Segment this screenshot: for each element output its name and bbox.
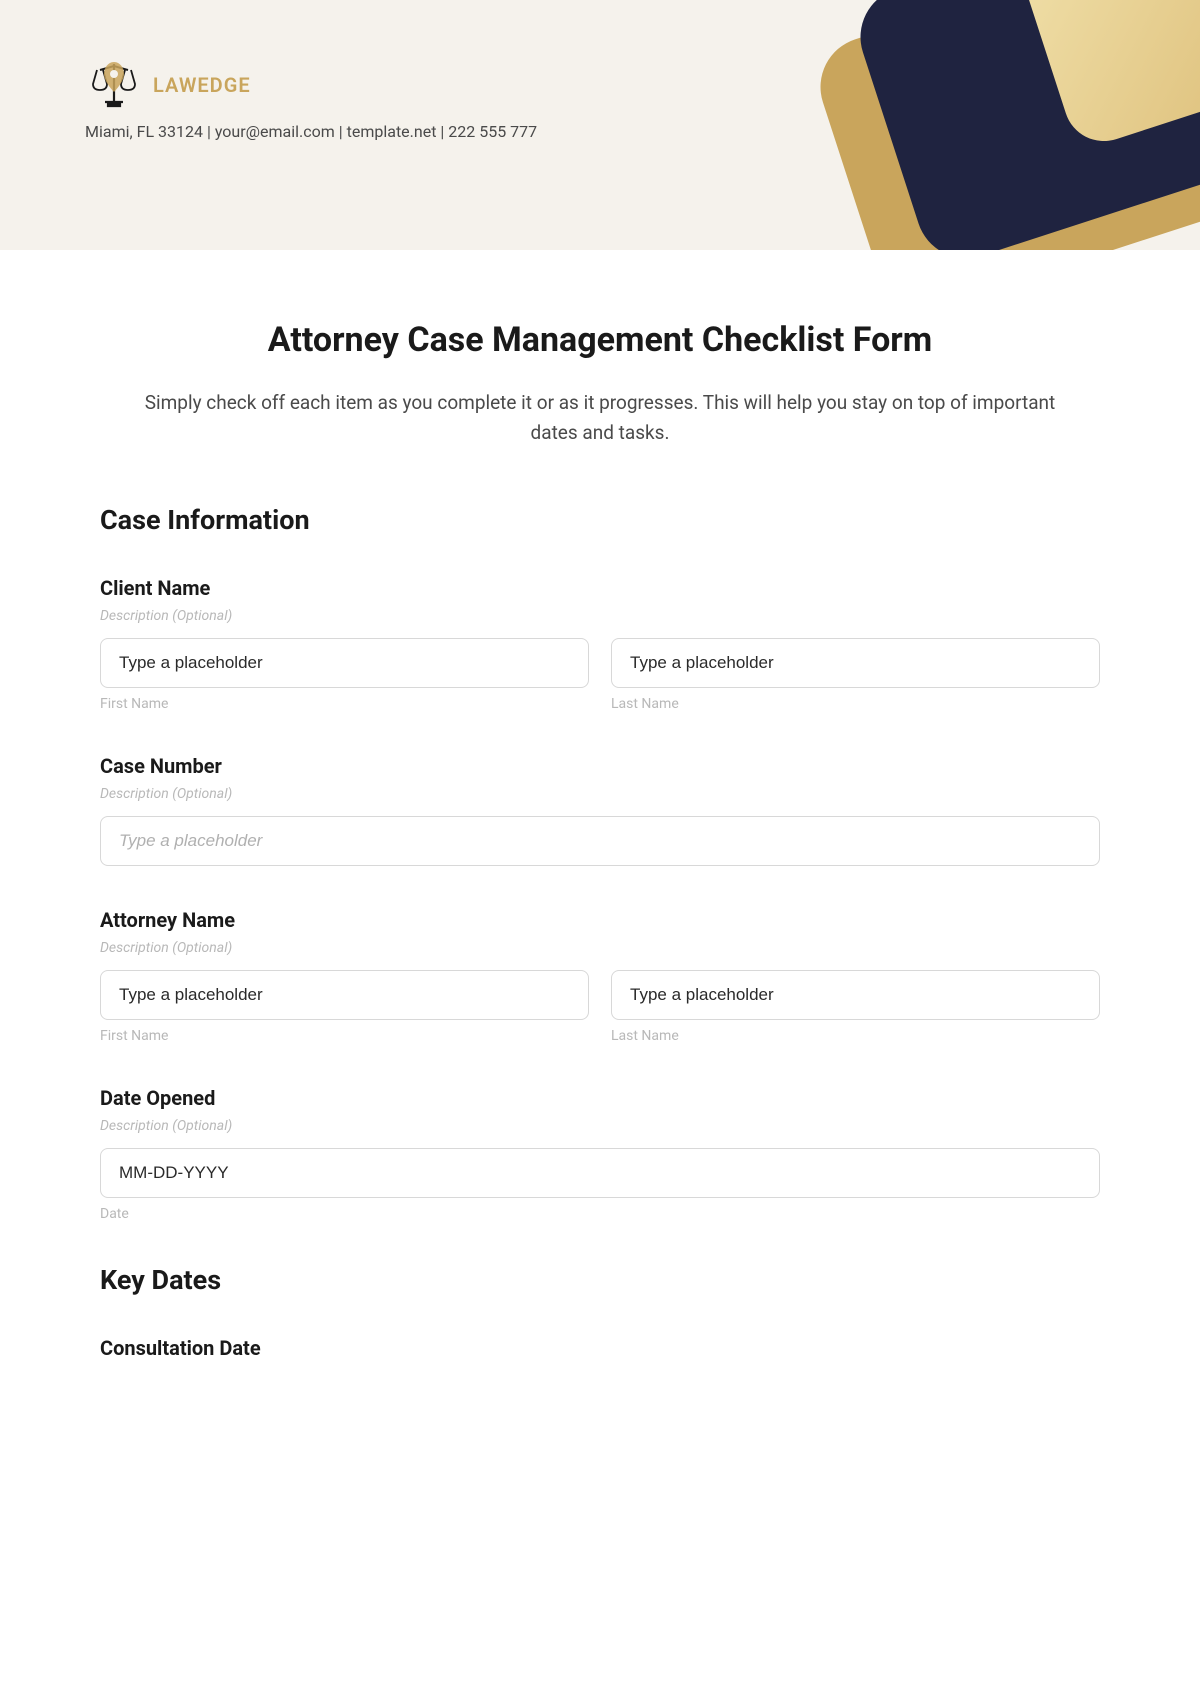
- section-heading-key-dates: Key Dates: [100, 1264, 1100, 1296]
- attorney-name-desc: Description (Optional): [100, 940, 1100, 956]
- form-subtitle: Simply check off each item as you comple…: [100, 388, 1100, 449]
- client-name-desc: Description (Optional): [100, 608, 1100, 624]
- brand-name: LAWEDGE: [153, 73, 251, 97]
- attorney-last-name-sublabel: Last Name: [611, 1028, 1100, 1044]
- attorney-last-name-input[interactable]: [611, 970, 1100, 1020]
- header-banner: LAWEDGE Miami, FL 33124 | your@email.com…: [0, 0, 1200, 250]
- attorney-first-name-sublabel: First Name: [100, 1028, 589, 1044]
- date-opened-input[interactable]: [100, 1148, 1100, 1198]
- case-number-label: Case Number: [100, 754, 1100, 778]
- field-consultation-date: Consultation Date: [100, 1336, 1100, 1360]
- client-name-label: Client Name: [100, 576, 1100, 600]
- date-opened-sublabel: Date: [100, 1206, 1100, 1222]
- field-attorney-name: Attorney Name Description (Optional) Fir…: [100, 908, 1100, 1044]
- section-heading-case-info: Case Information: [100, 504, 1100, 536]
- client-first-name-sublabel: First Name: [100, 696, 589, 712]
- field-date-opened: Date Opened Description (Optional) Date: [100, 1086, 1100, 1222]
- consultation-date-label: Consultation Date: [100, 1336, 1100, 1360]
- client-last-name-sublabel: Last Name: [611, 696, 1100, 712]
- attorney-name-label: Attorney Name: [100, 908, 1100, 932]
- case-number-input[interactable]: [100, 816, 1100, 866]
- case-number-desc: Description (Optional): [100, 786, 1100, 802]
- field-client-name: Client Name Description (Optional) First…: [100, 576, 1100, 712]
- date-opened-desc: Description (Optional): [100, 1118, 1100, 1134]
- attorney-first-name-input[interactable]: [100, 970, 589, 1020]
- date-opened-label: Date Opened: [100, 1086, 1100, 1110]
- client-first-name-input[interactable]: [100, 638, 589, 688]
- client-last-name-input[interactable]: [611, 638, 1100, 688]
- header-decoration: [740, 0, 1200, 250]
- scales-logo-icon: [85, 60, 143, 110]
- form-title: Attorney Case Management Checklist Form: [100, 320, 1100, 360]
- field-case-number: Case Number Description (Optional): [100, 754, 1100, 866]
- form-main: Attorney Case Management Checklist Form …: [0, 250, 1200, 1442]
